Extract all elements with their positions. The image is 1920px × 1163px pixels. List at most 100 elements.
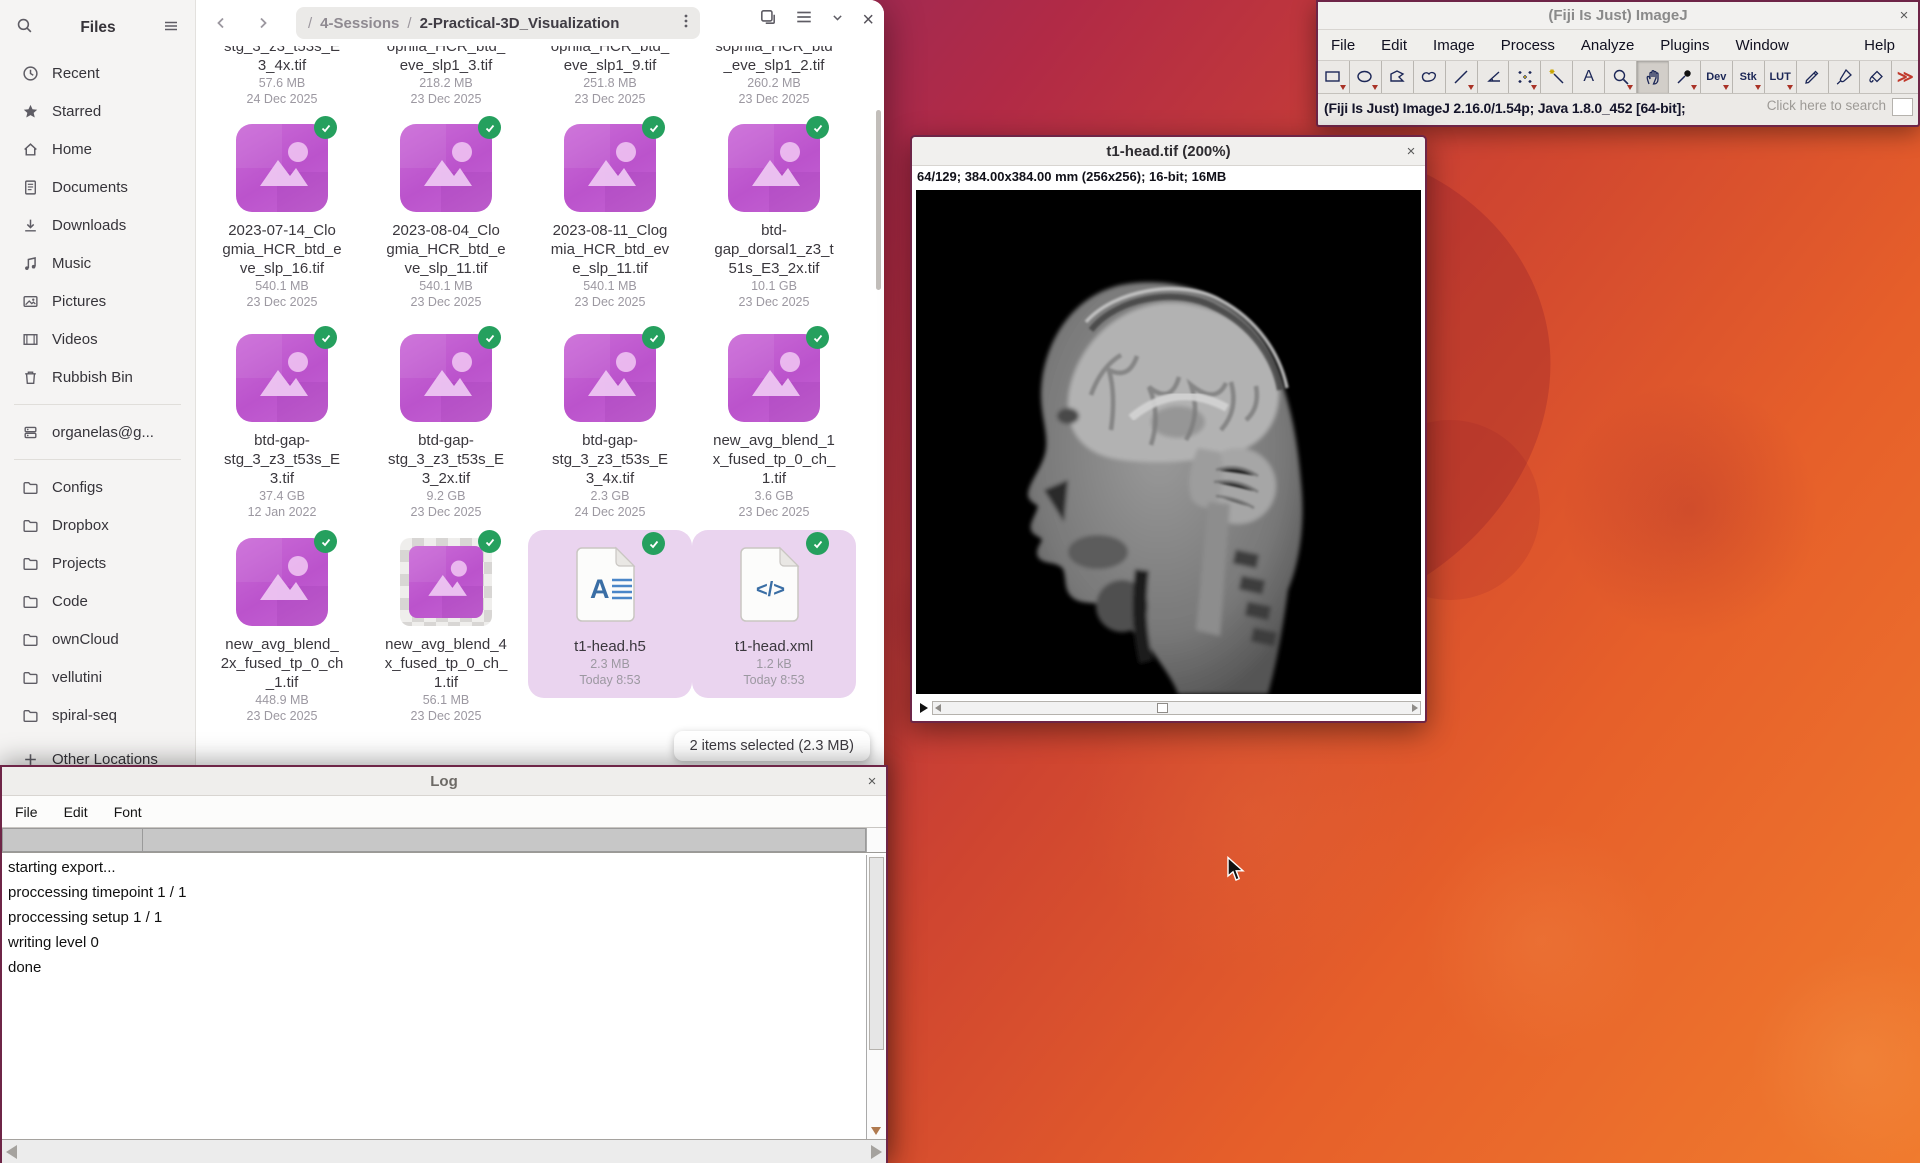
sidebar-item-rubbish-bin[interactable]: Rubbish Bin [8,358,187,396]
log-menu-edit[interactable]: Edit [51,804,101,820]
file-item[interactable]: new_avg_blend_1 x_fused_tp_0_ch_ 1.tif 3… [692,334,856,520]
sidebar-item-projects[interactable]: Projects [8,544,187,582]
menu-window[interactable]: Window [1723,37,1802,54]
log-menu-file[interactable]: File [2,804,51,820]
hand-tool-selected[interactable] [1637,61,1669,93]
file-item[interactable]: new_avg_blend_4 x_fused_tp_0_ch_ 1.tif 5… [364,538,528,724]
wand-tool[interactable] [1541,61,1573,93]
rectangle-tool[interactable] [1318,61,1350,93]
sidebar-item-owncloud[interactable]: ownCloud [8,620,187,658]
pencil-tool[interactable] [1797,61,1829,93]
file-item[interactable]: btd-gap- stg_3_z3_t53s_E 3_4x.tif 2.3 GB… [528,334,692,520]
menu-file[interactable]: File [1318,37,1368,54]
polygon-tool[interactable] [1382,61,1414,93]
sidebar-item-home[interactable]: Home [8,130,187,168]
color-picker-tool[interactable] [1669,61,1701,93]
sidebar-item-remote-organelas[interactable]: organelas@g... [8,413,187,451]
file-item-selected[interactable]: A t1-head.h5 2.3 MB Today 8:53 [528,530,692,698]
breadcrumb-parent[interactable]: 4-Sessions [320,15,399,32]
more-tools-icon[interactable]: ≫ [1892,61,1918,93]
close-icon[interactable]: × [858,773,886,790]
log-window: Log × File Edit Font starting export... … [0,765,888,1163]
paintbrush-tool[interactable] [1829,61,1861,93]
dev-tool[interactable]: Dev [1701,61,1733,93]
menu-process[interactable]: Process [1488,37,1568,54]
mri-image-canvas[interactable] [916,190,1421,694]
text-tool[interactable]: A [1573,61,1605,93]
scroll-left-icon[interactable] [935,704,941,712]
file-item[interactable]: sophila_HCR_btd _eve_slp1_2.tif 260.2 MB… [692,46,856,107]
menu-image[interactable]: Image [1420,37,1488,54]
file-item-selected[interactable]: </> t1-head.xml 1.2 kB Today 8:53 [692,530,856,698]
menu-icon[interactable] [163,18,179,39]
sidebar-item-pictures[interactable]: Pictures [8,282,187,320]
file-item[interactable]: btd- gap_dorsal1_z3_t 51s_E3_2x.tif 10.1… [692,124,856,310]
forward-button[interactable] [246,8,280,38]
log-vscroll-thumb[interactable] [869,857,884,1050]
point-tool[interactable] [1509,61,1541,93]
sidebar-item-documents[interactable]: Documents [8,168,187,206]
search-icon[interactable] [16,17,33,39]
sidebar-item-dropbox[interactable]: Dropbox [8,506,187,544]
zoom-tool[interactable] [1605,61,1637,93]
scroll-down-icon[interactable] [871,1127,881,1135]
sidebar-item-recent[interactable]: Recent [8,54,187,92]
sidebar-item-code[interactable]: Code [8,582,187,620]
angle-tool[interactable] [1478,61,1510,93]
menu-plugins[interactable]: Plugins [1647,37,1722,54]
close-window-icon[interactable]: × [862,12,874,28]
search-field-placeholder[interactable]: Click here to search [1767,98,1886,113]
sidebar-item-music[interactable]: Music [8,244,187,282]
breadcrumb[interactable]: / 4-Sessions / 2-Practical-3D_Visualizat… [296,7,700,39]
imagej-titlebar[interactable]: (Fiji Is Just) ImageJ × [1318,0,1918,30]
log-scrollbar-top[interactable] [866,828,886,852]
scroll-right-icon[interactable] [1412,704,1418,712]
log-horizontal-scrollbar[interactable] [2,1139,886,1163]
log-vertical-scrollbar[interactable] [866,855,886,1139]
scroll-right-icon[interactable] [871,1145,882,1159]
file-item[interactable]: 2023-08-11_Clog mia_HCR_btd_ev e_slp_11.… [528,124,692,310]
file-item[interactable]: ophila_HCR_btd_ eve_slp1_9.tif 251.8 MB … [528,46,692,107]
image-window-titlebar[interactable]: t1-head.tif (200%) × [912,137,1425,166]
search-input[interactable] [1892,98,1913,116]
file-item[interactable]: ophila_HCR_btd_ eve_slp1_3.tif 218.2 MB … [364,46,528,107]
log-text-area[interactable]: starting export... proccessing timepoint… [2,855,866,1139]
sidebar-item-videos[interactable]: Videos [8,320,187,358]
file-item[interactable]: btd-gap- stg_3_z3_t53s_E 3_2x.tif 9.2 GB… [364,334,528,520]
file-item[interactable]: 2023-07-14_Clo gmia_HCR_btd_e ve_slp_16.… [200,124,364,310]
sidebar-item-starred[interactable]: Starred [8,92,187,130]
oval-tool[interactable] [1350,61,1382,93]
file-item[interactable]: stg_3_z3_t53s_E 3_4x.tif 57.6 MB 24 Dec … [200,46,364,107]
close-icon[interactable]: × [1397,143,1425,160]
copy-location-icon[interactable] [759,8,777,31]
back-button[interactable] [204,8,238,38]
play-icon[interactable] [916,702,932,714]
list-view-icon[interactable] [795,8,813,31]
lut-tool[interactable]: LUT [1765,61,1797,93]
flood-fill-tool[interactable] [1860,61,1892,93]
slice-scrollbar[interactable] [932,701,1421,715]
sidebar-item-configs[interactable]: Configs [8,468,187,506]
menu-help[interactable]: Help [1851,37,1908,54]
slice-scrollbar-thumb[interactable] [1157,703,1168,713]
close-icon[interactable]: × [1890,7,1918,24]
breadcrumb-current[interactable]: 2-Practical-3D_Visualization [420,15,620,32]
menu-edit[interactable]: Edit [1368,37,1420,54]
file-item[interactable]: btd-gap- stg_3_z3_t53s_E 3.tif 37.4 GB 1… [200,334,364,520]
files-scrollbar[interactable] [876,110,881,290]
line-tool[interactable] [1446,61,1478,93]
log-menu-font[interactable]: Font [101,804,155,820]
chevron-down-icon[interactable] [831,11,844,29]
stack-tool[interactable]: Stk [1733,61,1765,93]
freehand-tool[interactable] [1414,61,1446,93]
menu-analyze[interactable]: Analyze [1568,37,1647,54]
sidebar-item-spiral-seq[interactable]: spiral-seq [8,696,187,734]
sidebar-item-downloads[interactable]: Downloads [8,206,187,244]
sidebar-item-vellutini[interactable]: vellutini [8,658,187,696]
file-item[interactable]: new_avg_blend_ 2x_fused_tp_0_ch _1.tif 4… [200,538,364,724]
log-titlebar[interactable]: Log × [2,767,886,796]
breadcrumb-menu-icon[interactable] [684,13,688,33]
file-item[interactable]: 2023-08-04_Clo gmia_HCR_btd_e ve_slp_11.… [364,124,528,310]
image-window-title: t1-head.tif (200%) [940,143,1397,160]
scroll-left-icon[interactable] [6,1145,17,1159]
